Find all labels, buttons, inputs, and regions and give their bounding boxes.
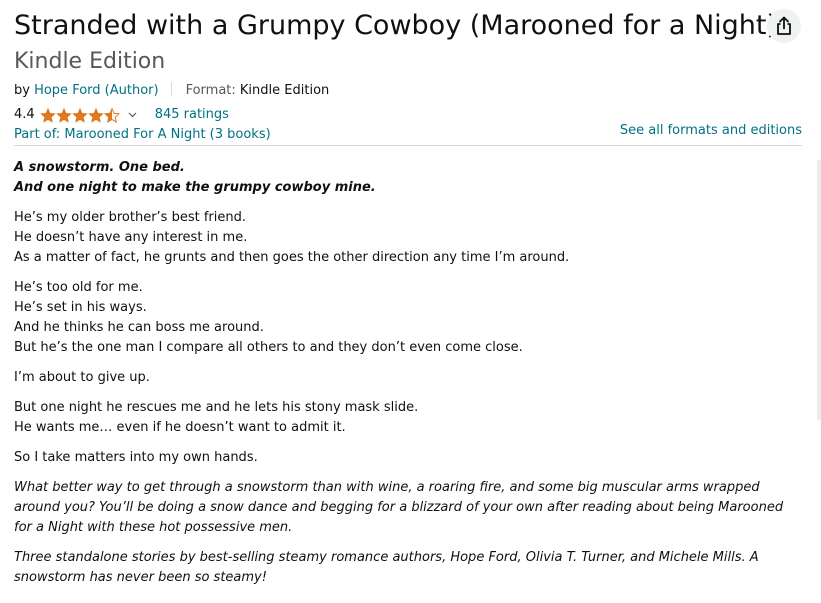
- edition-subtitle: Kindle Edition: [14, 49, 166, 74]
- product-title: Stranded with a Grumpy Cowboy (Marooned …: [14, 10, 778, 41]
- ratings-count-link[interactable]: 845 ratings: [155, 106, 229, 124]
- rating-popover-toggle[interactable]: [128, 106, 137, 124]
- description-line: But one night he rescues me and he lets …: [14, 400, 419, 415]
- share-icon: [777, 16, 791, 35]
- author-role: (Author): [100, 83, 159, 98]
- description-line: And he thinks he can boss me around.: [14, 320, 264, 335]
- tagline-line: And one night to make the grumpy cowboy …: [14, 180, 376, 195]
- format-value: Kindle Edition: [239, 83, 330, 98]
- star-rating[interactable]: [39, 107, 120, 123]
- author-link[interactable]: Hope Ford: [34, 83, 100, 98]
- by-prefix: by: [14, 83, 35, 98]
- series-link[interactable]: Part of: Marooned For A Night (3 books): [14, 126, 271, 144]
- description-line: He doesn’t have any interest in me.: [14, 230, 248, 245]
- rating-row: 4.4 845 ratings: [14, 106, 229, 124]
- description-line: He’s set in his ways.: [14, 300, 147, 315]
- chevron-down-icon: [128, 112, 137, 118]
- byline: by Hope Ford (Author) Format: Kindle Edit…: [14, 82, 329, 100]
- description-line: But he’s the one man I compare all other…: [14, 340, 523, 355]
- description-line: He’s my older brother’s best friend.: [14, 210, 246, 225]
- star-icon: [87, 107, 104, 123]
- tagline-line: A snowstorm. One bed.: [14, 160, 185, 175]
- share-button[interactable]: [767, 9, 801, 43]
- divider: [170, 82, 172, 96]
- book-description: A snowstorm. One bed. And one night to m…: [14, 158, 804, 598]
- star-icon: [39, 107, 56, 123]
- rating-value: 4.4: [14, 107, 35, 122]
- description-line: He wants me… even if he doesn’t want to …: [14, 420, 346, 435]
- format-label: Format:: [185, 83, 240, 98]
- description-line: I’m about to give up.: [14, 370, 150, 385]
- star-icon: [55, 107, 72, 123]
- description-paragraph-italic: What better way to get through a snowsto…: [14, 480, 784, 535]
- description-line: So I take matters into my own hands.: [14, 450, 258, 465]
- page-scrollbar[interactable]: [817, 160, 821, 420]
- description-paragraph-italic: Three standalone stories by best-selling…: [14, 550, 759, 585]
- see-all-formats-link[interactable]: See all formats and editions: [620, 122, 802, 140]
- section-divider: [14, 145, 802, 146]
- star-half-icon: [103, 107, 120, 123]
- description-line: He’s too old for me.: [14, 280, 143, 295]
- star-icon: [71, 107, 88, 123]
- description-line: As a matter of fact, he grunts and then …: [14, 250, 570, 265]
